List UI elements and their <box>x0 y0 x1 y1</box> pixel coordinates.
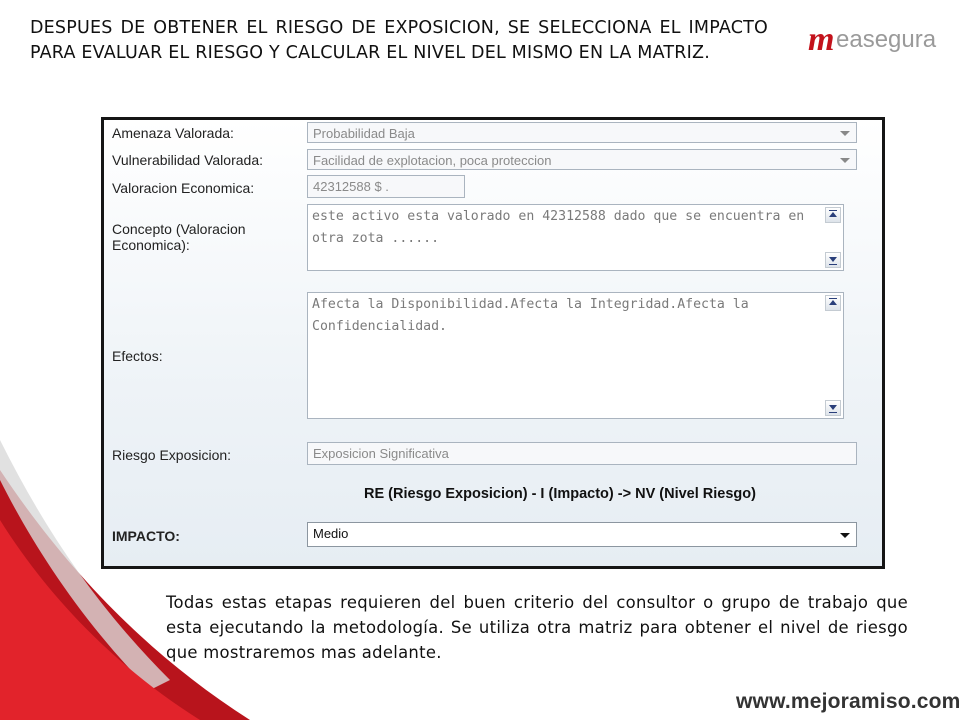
scroll-down-icon[interactable] <box>825 400 841 416</box>
chevron-down-icon <box>840 158 850 163</box>
amenaza-value: Probabilidad Baja <box>313 126 415 141</box>
efectos-textarea[interactable]: Afecta la Disponibilidad.Afecta la Integ… <box>307 292 844 419</box>
vulnerabilidad-value: Facilidad de explotacion, poca proteccio… <box>313 153 552 168</box>
concepto-textarea[interactable]: este activo esta valorado en 42312588 da… <box>307 204 844 271</box>
scroll-up-icon[interactable] <box>825 295 841 311</box>
vulnerabilidad-label: Vulnerabilidad Valorada: <box>112 152 263 168</box>
efectos-label: Efectos: <box>112 348 163 364</box>
concepto-label: Concepto (Valoracion Economica): <box>112 221 246 253</box>
efectos-text: Afecta la Disponibilidad.Afecta la Integ… <box>312 297 749 334</box>
valoracion-value: 42312588 $ . <box>313 179 389 194</box>
impacto-select[interactable]: Medio <box>307 522 857 547</box>
riesgo-value: Exposicion Significativa <box>313 446 449 461</box>
riesgo-label: Riesgo Exposicion: <box>112 447 232 463</box>
vulnerabilidad-select[interactable]: Facilidad de explotacion, poca proteccio… <box>307 149 857 170</box>
impacto-label: IMPACTO: <box>112 528 180 544</box>
logo-text: easegura <box>836 26 937 53</box>
scroll-down-icon[interactable] <box>825 252 841 268</box>
concepto-text: este activo esta valorado en 42312588 da… <box>312 209 805 246</box>
amenaza-label: Amenaza Valorada: <box>112 125 234 141</box>
website-url: www.mejoramiso.com <box>736 690 960 713</box>
measegura-logo: m easegura <box>806 22 946 62</box>
risk-formula: RE (Riesgo Exposicion) - I (Impacto) -> … <box>364 486 756 502</box>
logo-mark: m <box>808 21 835 58</box>
amenaza-select[interactable]: Probabilidad Baja <box>307 122 857 143</box>
slide-heading: DESPUES DE OBTENER EL RIESGO DE EXPOSICI… <box>30 18 768 63</box>
valoracion-input[interactable]: 42312588 $ . <box>307 175 465 198</box>
chevron-down-icon <box>840 533 850 538</box>
valoracion-label: Valoracion Economica: <box>112 180 255 196</box>
impacto-value: Medio <box>313 526 349 541</box>
chevron-down-icon <box>840 131 850 136</box>
risk-form-panel: Amenaza Valorada: Probabilidad Baja Vuln… <box>101 117 885 569</box>
scroll-up-icon[interactable] <box>825 207 841 223</box>
slide-body-text: Todas estas etapas requieren del buen cr… <box>166 593 908 662</box>
riesgo-input[interactable]: Exposicion Significativa <box>307 442 857 465</box>
